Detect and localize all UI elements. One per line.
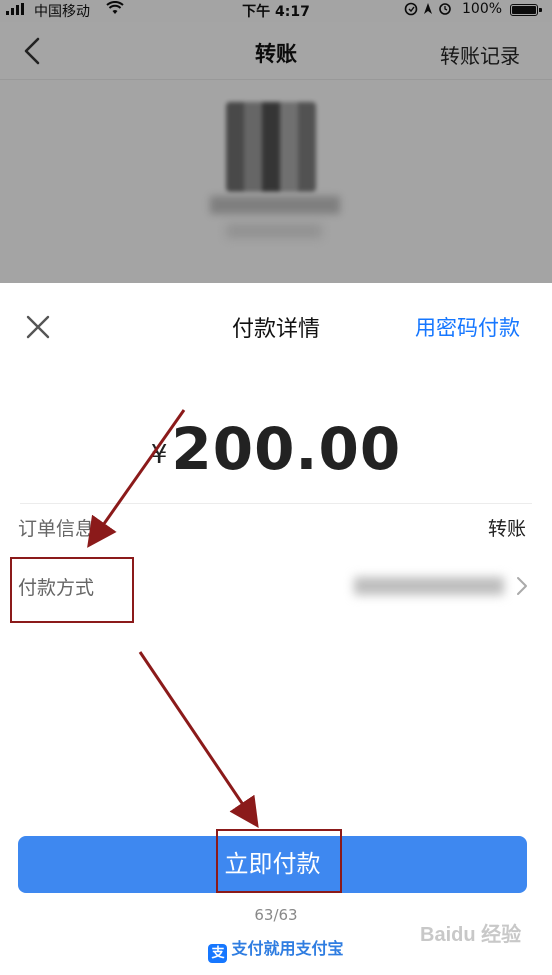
sheet-header: 付款详情 用密码付款 <box>0 283 552 367</box>
payment-method-value-blurred <box>354 577 504 595</box>
order-info-value: 转账 <box>487 518 526 540</box>
order-info-label: 订单信息 <box>18 518 95 540</box>
divider <box>20 503 532 504</box>
currency-symbol: ¥ <box>150 440 168 470</box>
highlight-box-pay-button <box>216 829 342 893</box>
chevron-right-icon <box>516 575 528 597</box>
order-info-row: 订单信息 转账 <box>18 514 530 544</box>
pay-with-password-link[interactable]: 用密码付款 <box>415 312 520 342</box>
footer-brand-text: 支付就用支付宝 <box>231 939 344 958</box>
baidu-watermark: Baidu 经验 <box>420 924 522 946</box>
alipay-logo-icon: 支 <box>208 944 228 963</box>
payment-amount: ¥200.00 <box>0 415 552 483</box>
amount-value: 200.00 <box>171 415 402 483</box>
highlight-box-payment-method <box>10 557 134 623</box>
